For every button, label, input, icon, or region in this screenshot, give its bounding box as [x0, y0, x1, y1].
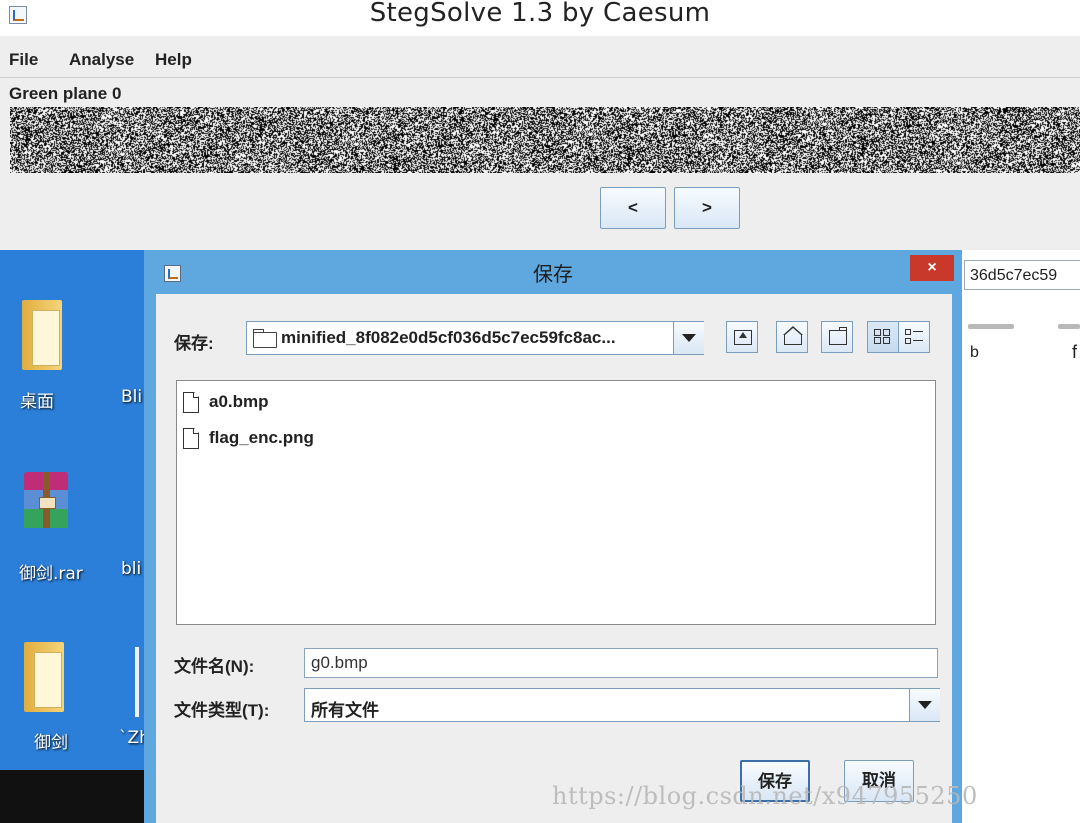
desktop-label-yujian-rar: 御剑.rar: [19, 564, 83, 584]
previous-plane-button[interactable]: <: [600, 187, 666, 229]
plane-label: Green plane 0: [9, 84, 122, 103]
folder-icon: [22, 300, 62, 370]
file-list[interactable]: a0.bmp flag_enc.png: [176, 380, 936, 625]
folder-icon: [24, 642, 64, 712]
chevron-down-icon[interactable]: [909, 689, 940, 721]
chevron-down-icon[interactable]: [673, 322, 704, 354]
folder-icon: [253, 329, 277, 348]
file-label-fragment: f: [1072, 342, 1078, 362]
menu-bar: File Analyse Help: [0, 40, 1080, 78]
list-item[interactable]: flag_enc.png: [183, 426, 383, 452]
close-button[interactable]: ×: [910, 255, 954, 281]
dialog-body: 保存: minified_8f082e0d5cf036d5c7ec59fc8ac…: [156, 294, 952, 823]
menu-file[interactable]: File: [9, 50, 38, 70]
partial-file-icon: [135, 647, 139, 717]
next-plane-button[interactable]: >: [674, 187, 740, 229]
save-dialog: 保存 × 保存: minified_8f082e0d5cf036d5c7ec59…: [144, 250, 962, 823]
list-view-button[interactable]: [867, 321, 899, 353]
new-folder-button[interactable]: [821, 321, 853, 353]
filetype-combo[interactable]: 所有文件: [304, 688, 940, 722]
desktop-label-bli: Bli: [121, 387, 143, 407]
dialog-title: 保存: [533, 262, 573, 286]
dialog-title-bar[interactable]: 保存 ×: [144, 250, 962, 294]
desktop-label-bli-2: bli: [121, 559, 142, 579]
details-view-button[interactable]: [898, 321, 930, 353]
save-in-label: 保存:: [174, 334, 214, 353]
file-label-fragment: b: [970, 344, 979, 361]
watermark: https://blog.csdn.net/x947955250: [552, 782, 978, 810]
desktop-label-yujian: 御剑: [34, 733, 68, 753]
blurred-item: [968, 324, 1014, 329]
blurred-item: [1058, 324, 1080, 329]
file-name: flag_enc.png: [209, 428, 314, 447]
filename-field[interactable]: [304, 648, 938, 678]
desktop: 桌面 Bli 御剑.rar bli 御剑 `Zh: [0, 250, 150, 823]
new-folder-icon: [829, 327, 847, 345]
filename-label: 文件名(N):: [174, 657, 255, 676]
home-button[interactable]: [776, 321, 808, 353]
menu-analyse[interactable]: Analyse: [69, 50, 134, 70]
desktop-label-zhuomian: 桌面: [20, 392, 54, 412]
details-view-icon: [905, 329, 925, 345]
list-item[interactable]: a0.bmp: [183, 390, 383, 416]
stegsolve-title: StegSolve 1.3 by Caesum: [369, 0, 711, 28]
stegsolve-title-bar: StegSolve 1.3 by Caesum: [0, 0, 1080, 36]
file-icon: [183, 428, 199, 449]
file-name: a0.bmp: [209, 392, 269, 411]
background-explorer-window: 36d5c7ec59 b f: [962, 250, 1080, 823]
winrar-icon: [24, 472, 68, 528]
file-icon: [183, 392, 199, 413]
address-bar[interactable]: 36d5c7ec59: [964, 260, 1080, 290]
list-view-icon: [874, 329, 892, 345]
menu-help[interactable]: Help: [155, 50, 192, 70]
bit-plane-image: [10, 107, 1080, 173]
plane-navigation: < >: [0, 176, 1080, 240]
up-one-level-button[interactable]: [726, 321, 758, 353]
filetype-value: 所有文件: [311, 701, 379, 720]
taskbar-edge: [0, 770, 145, 823]
directory-value: minified_8f082e0d5cf036d5c7ec59fc8ac...: [281, 328, 616, 347]
filetype-label: 文件类型(T):: [174, 701, 270, 720]
directory-combo[interactable]: minified_8f082e0d5cf036d5c7ec59fc8ac...: [246, 321, 704, 355]
up-folder-icon: [734, 330, 752, 345]
stegsolve-window: StegSolve 1.3 by Caesum File Analyse Hel…: [0, 0, 1080, 250]
home-icon: [783, 326, 803, 345]
